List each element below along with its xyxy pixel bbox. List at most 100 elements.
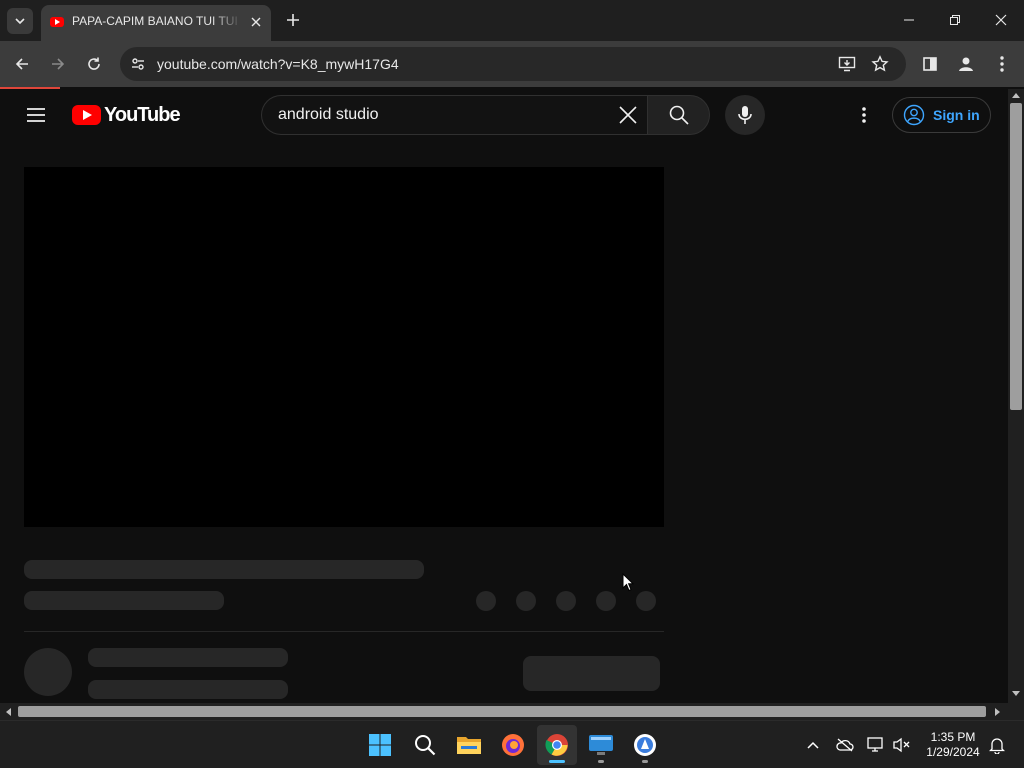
scroll-right-arrow-icon[interactable] xyxy=(995,708,1001,716)
onedrive-button[interactable] xyxy=(835,735,855,755)
start-button[interactable] xyxy=(360,725,400,765)
windows-logo-icon xyxy=(369,734,391,756)
microphone-icon xyxy=(738,106,752,124)
guide-menu-button[interactable] xyxy=(22,101,50,129)
subscriber-skeleton xyxy=(88,680,288,699)
file-explorer-button[interactable] xyxy=(449,725,489,765)
search-input[interactable]: android studio xyxy=(278,106,379,124)
youtube-play-logo-icon xyxy=(72,105,101,125)
chevron-down-icon xyxy=(15,18,25,25)
chevron-up-icon xyxy=(807,741,819,749)
app-installer-icon xyxy=(634,734,656,756)
meta-skeleton xyxy=(24,591,224,610)
plus-icon xyxy=(287,14,299,26)
youtube-favicon-icon xyxy=(50,17,64,27)
back-button[interactable] xyxy=(8,50,36,78)
search-icon xyxy=(669,105,689,125)
forward-button[interactable] xyxy=(44,50,72,78)
bookmark-button[interactable] xyxy=(869,53,891,75)
close-window-button[interactable] xyxy=(978,0,1024,40)
kebab-menu-icon xyxy=(1000,56,1004,72)
browser-tab-strip: PAPA-CAPIM BAIANO TUI TUI FI xyxy=(0,0,1024,41)
youtube-logo-text: YouTube xyxy=(104,103,181,126)
mouse-pointer-icon xyxy=(622,573,634,592)
notifications-button[interactable] xyxy=(987,735,1007,755)
minimize-button[interactable] xyxy=(886,0,932,40)
minimize-icon xyxy=(904,19,914,21)
kebab-menu-icon xyxy=(862,107,866,123)
firefox-button[interactable] xyxy=(493,725,533,765)
search-button[interactable] xyxy=(647,95,710,135)
profile-icon xyxy=(959,57,973,71)
site-info-button[interactable] xyxy=(128,54,148,74)
sign-in-button[interactable]: Sign in xyxy=(892,97,991,133)
action-skeleton-dot xyxy=(516,591,536,611)
app-installer-button[interactable] xyxy=(625,725,665,765)
vertical-scrollbar-thumb[interactable] xyxy=(1010,103,1022,410)
scrollbar-corner xyxy=(1008,703,1024,720)
firefox-icon xyxy=(502,734,524,756)
action-skeleton-dot xyxy=(476,591,496,611)
windows-taskbar: 1:35 PM 1/29/2024 xyxy=(0,720,1024,768)
action-skeleton-dot xyxy=(596,591,616,611)
tab-search-button[interactable] xyxy=(7,8,33,34)
url-text: youtube.com/watch?v=K8_mywH17G4 xyxy=(157,56,399,72)
vertical-scrollbar[interactable] xyxy=(1008,89,1024,703)
remote-desktop-icon xyxy=(589,735,613,755)
restore-button[interactable] xyxy=(932,0,978,40)
address-bar[interactable]: youtube.com/watch?v=K8_mywH17G4 xyxy=(120,47,906,81)
account-circle-icon xyxy=(903,104,925,126)
search-box[interactable]: android studio xyxy=(261,95,647,135)
new-tab-button[interactable] xyxy=(281,8,305,32)
settings-menu-button[interactable] xyxy=(852,101,876,129)
network-icon xyxy=(867,737,883,752)
horizontal-scrollbar-thumb[interactable] xyxy=(18,706,986,717)
scroll-up-arrow-icon[interactable] xyxy=(1012,92,1020,98)
tab-close-button[interactable] xyxy=(247,13,265,31)
youtube-logo[interactable]: YouTube xyxy=(72,103,181,126)
browser-tab-active[interactable]: PAPA-CAPIM BAIANO TUI TUI FI xyxy=(41,5,271,41)
section-divider xyxy=(24,631,664,632)
running-app-indicator xyxy=(598,760,604,763)
close-icon xyxy=(251,17,261,27)
network-status-button[interactable] xyxy=(866,735,886,755)
clear-search-button[interactable] xyxy=(615,102,641,128)
voice-search-button[interactable] xyxy=(725,95,765,135)
system-clock[interactable]: 1:35 PM 1/29/2024 xyxy=(918,730,988,760)
clock-date: 1/29/2024 xyxy=(926,745,980,759)
side-panel-icon xyxy=(923,57,937,71)
star-icon xyxy=(871,55,889,72)
clock-time: 1:35 PM xyxy=(930,730,976,744)
close-icon xyxy=(619,106,637,124)
volume-button[interactable] xyxy=(892,735,912,755)
reload-button[interactable] xyxy=(80,50,108,78)
folder-icon xyxy=(457,737,481,754)
install-app-button[interactable] xyxy=(836,53,858,75)
chrome-menu-button[interactable] xyxy=(989,51,1015,77)
tune-icon xyxy=(132,58,144,70)
show-hidden-icons-button[interactable] xyxy=(803,735,823,755)
scroll-left-arrow-icon[interactable] xyxy=(5,708,11,716)
sign-in-label: Sign in xyxy=(933,107,980,123)
remote-desktop-button[interactable] xyxy=(581,725,621,765)
bell-icon xyxy=(989,738,1005,754)
restore-icon xyxy=(950,15,960,25)
title-skeleton xyxy=(24,560,424,579)
horizontal-scrollbar[interactable] xyxy=(0,703,1008,720)
arrow-right-icon xyxy=(52,58,65,70)
taskbar-search-button[interactable] xyxy=(405,725,445,765)
channel-avatar-skeleton xyxy=(24,648,72,696)
close-icon xyxy=(995,14,1007,26)
running-app-indicator xyxy=(642,760,648,763)
action-skeleton-dot xyxy=(556,591,576,611)
chrome-icon xyxy=(545,734,568,756)
side-panel-button[interactable] xyxy=(917,51,943,77)
profile-button[interactable] xyxy=(953,51,979,77)
cloud-off-icon xyxy=(836,738,854,752)
channel-name-skeleton xyxy=(88,648,288,667)
video-player[interactable] xyxy=(24,167,664,527)
arrow-left-icon xyxy=(15,58,28,70)
scroll-down-arrow-icon[interactable] xyxy=(1012,691,1020,697)
chrome-taskbar-button[interactable] xyxy=(537,725,577,765)
reload-icon xyxy=(88,57,100,70)
